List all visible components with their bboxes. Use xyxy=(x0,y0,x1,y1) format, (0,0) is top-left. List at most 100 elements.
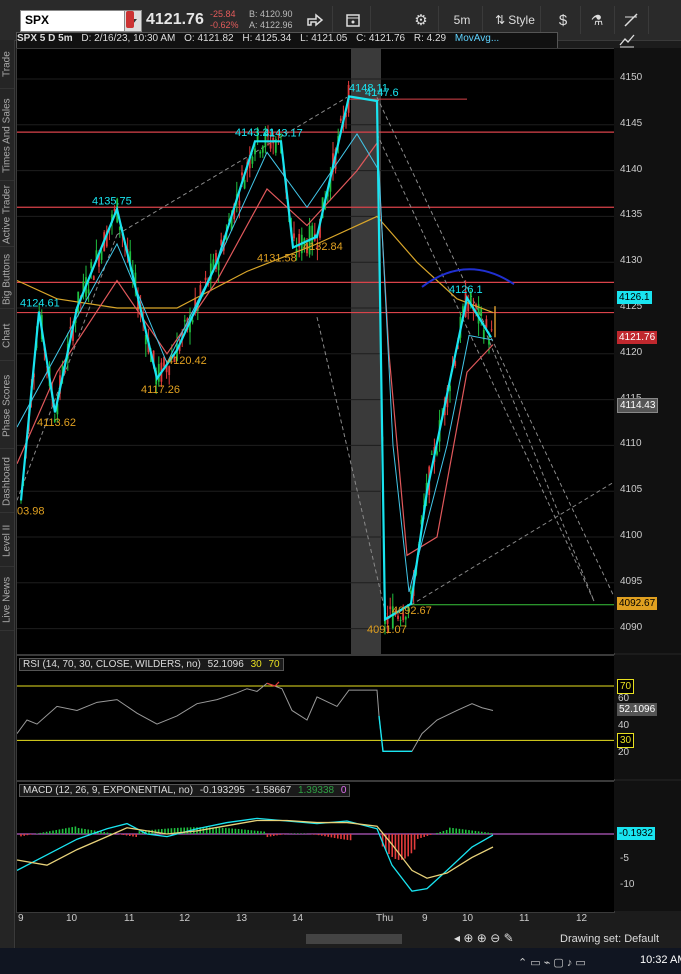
candle-body xyxy=(259,151,262,154)
macd-diff: 1.39338 xyxy=(297,785,335,796)
bar-high: H: 4125.34 xyxy=(242,33,292,44)
macd-pane[interactable]: MACD (12, 26, 9, EXPONENTIAL, no) -0.193… xyxy=(16,781,615,913)
macd-signal-line xyxy=(16,819,494,879)
macd-axis: 0-5-10-0.1932 xyxy=(614,781,681,911)
side-tab-big-buttons[interactable]: Big Buttons xyxy=(0,250,14,309)
candle-body xyxy=(157,364,160,382)
candle-body xyxy=(480,308,483,317)
side-tab-chart[interactable]: Chart xyxy=(0,312,14,361)
calendar-button[interactable] xyxy=(336,6,371,34)
macd-value-badge: -0.1932 xyxy=(617,827,655,840)
expand-icon[interactable] xyxy=(617,31,637,49)
side-tab-times-and-sales[interactable]: Times And Sales xyxy=(0,92,14,181)
candle-body xyxy=(243,179,246,189)
price-chart-pane[interactable]: 4148.11 4147.6 4143.21 4143.17 4135.75 4132.8… xyxy=(16,48,615,655)
side-tab-phase-scores[interactable]: Phase Scores xyxy=(0,364,14,449)
price-axis-tick: 4105 xyxy=(620,484,643,496)
price-axis-tick: 4095 xyxy=(620,575,643,587)
price-annotation: 4132.84 xyxy=(303,241,343,253)
scroll-left-icon[interactable]: ◂ xyxy=(454,931,460,945)
rsi-pane[interactable]: RSI (14, 70, 30, CLOSE, WILDERS, no) 52.… xyxy=(16,655,615,781)
candle-body xyxy=(251,157,254,164)
macd-zero: 0 xyxy=(340,785,347,796)
macd-line xyxy=(16,817,494,892)
pen-icon[interactable]: ✎ xyxy=(504,931,514,945)
level-badge-4114: 4114.43 xyxy=(617,397,659,413)
candle-body xyxy=(399,619,402,621)
timeframe-button[interactable]: 5m xyxy=(442,6,483,34)
side-tab-trade[interactable]: Trade xyxy=(0,40,14,89)
rsi-header[interactable]: RSI (14, 70, 30, CLOSE, WILDERS, no) 52.… xyxy=(19,658,284,671)
rsi-value: 52.1096 xyxy=(207,659,244,670)
candle-body xyxy=(87,289,90,294)
chart-style-icon: ⇅ xyxy=(495,13,506,27)
rsi-oversold-segment xyxy=(378,715,412,752)
lock-icon[interactable] xyxy=(126,11,134,28)
pivot-marker xyxy=(314,234,318,239)
level-badge-4126: 4126.1 xyxy=(617,290,652,304)
rsi-value-badge: 52.1096 xyxy=(617,703,658,717)
candle-body xyxy=(488,339,490,345)
chart-nav-icons: ◂ ⊕ ⊕ ⊖ ✎ xyxy=(454,931,514,945)
flask-icon: ⚗ xyxy=(590,11,604,28)
horizontal-scrollbar[interactable] xyxy=(306,934,402,944)
price-axis-tick: 4120 xyxy=(620,346,643,358)
price-change: -25.84 xyxy=(210,9,236,19)
symbol-input[interactable]: SPX xyxy=(20,10,142,32)
rsi-axis-tick: 20 xyxy=(618,747,630,758)
dollar-icon: $ xyxy=(558,11,568,29)
price-axis-tick: 4150 xyxy=(620,72,643,83)
zoom-in-icon[interactable]: ⊕ xyxy=(477,931,487,945)
price-chart[interactable]: 4148.114147.64143.214143.174135.754132.8… xyxy=(16,49,615,654)
candle-body xyxy=(261,146,264,153)
drawing-set-label[interactable]: Drawing set: Default xyxy=(560,933,659,945)
candle-body xyxy=(241,172,243,176)
style-button[interactable]: ⇅ Style xyxy=(490,6,541,34)
side-tab-dashboard[interactable]: Dashboard xyxy=(0,452,14,513)
macd-header[interactable]: MACD (12, 26, 9, EXPONENTIAL, no) -0.193… xyxy=(19,784,351,797)
candle-body xyxy=(183,319,186,322)
rsi-overbought-segment xyxy=(266,681,280,687)
side-panel-tabs: Trade Times And Sales Active Trader Big But… xyxy=(0,40,15,974)
side-tab-live-news[interactable]: Live News xyxy=(0,570,14,631)
study-label[interactable]: MovAvg... xyxy=(455,33,499,44)
drawing-icon xyxy=(624,13,638,27)
macd-study-label: MACD (12, 26, 9, EXPONENTIAL, no) xyxy=(23,785,194,796)
macd-axis-tick: -5 xyxy=(620,853,629,864)
side-tab-level-ii[interactable]: Level II xyxy=(0,516,14,567)
crosshair-icon[interactable]: ⊕ xyxy=(463,931,473,945)
zoom-out-icon[interactable]: ⊖ xyxy=(490,931,500,945)
share-button[interactable] xyxy=(298,6,333,34)
settings-button[interactable]: ⚙ xyxy=(404,6,439,34)
ask-price: A: 4122.96 xyxy=(249,20,293,30)
candle-body xyxy=(269,142,272,149)
candle-body xyxy=(436,451,438,455)
candle-body xyxy=(490,329,493,331)
level-badge-4092: 4092.67 xyxy=(617,597,658,611)
symbol-text: SPX xyxy=(25,13,50,27)
candle-body xyxy=(274,141,277,153)
price-annotation: 03.98 xyxy=(17,506,45,518)
rsi-line xyxy=(16,682,494,752)
bar-close: C: 4121.76 xyxy=(356,33,406,44)
candle-body xyxy=(389,606,392,610)
time-axis-tick: 12 xyxy=(576,913,588,924)
time-axis-tick: 10 xyxy=(66,913,78,924)
clock: 10:32 AM xyxy=(640,954,681,966)
time-axis-tick: 9 xyxy=(422,913,428,924)
candle-body xyxy=(168,366,171,376)
tray-icons[interactable]: ⌃ ▭ ⌁ ▢ ♪ ▭ xyxy=(518,956,586,969)
gear-icon: ⚙ xyxy=(414,12,428,29)
price-axis: 4150414541404135413041254120411541104105… xyxy=(614,48,681,653)
dollar-button[interactable]: $ xyxy=(546,6,581,34)
rsi-30-badge: 30 xyxy=(617,733,635,749)
drawings-button[interactable] xyxy=(614,6,649,34)
price-annotation: 4113.62 xyxy=(37,417,76,429)
studies-button[interactable]: ⚗ xyxy=(580,6,615,34)
price-axis-tick: 4090 xyxy=(620,621,643,633)
rsi-70-badge: 70 xyxy=(617,679,635,694)
price-annotation: 4147.6 xyxy=(365,87,399,99)
side-tab-active-trader[interactable]: Active Trader xyxy=(0,184,14,247)
rsi-axis-tick: 40 xyxy=(618,719,630,731)
price-axis-tick: 4135 xyxy=(620,209,643,221)
